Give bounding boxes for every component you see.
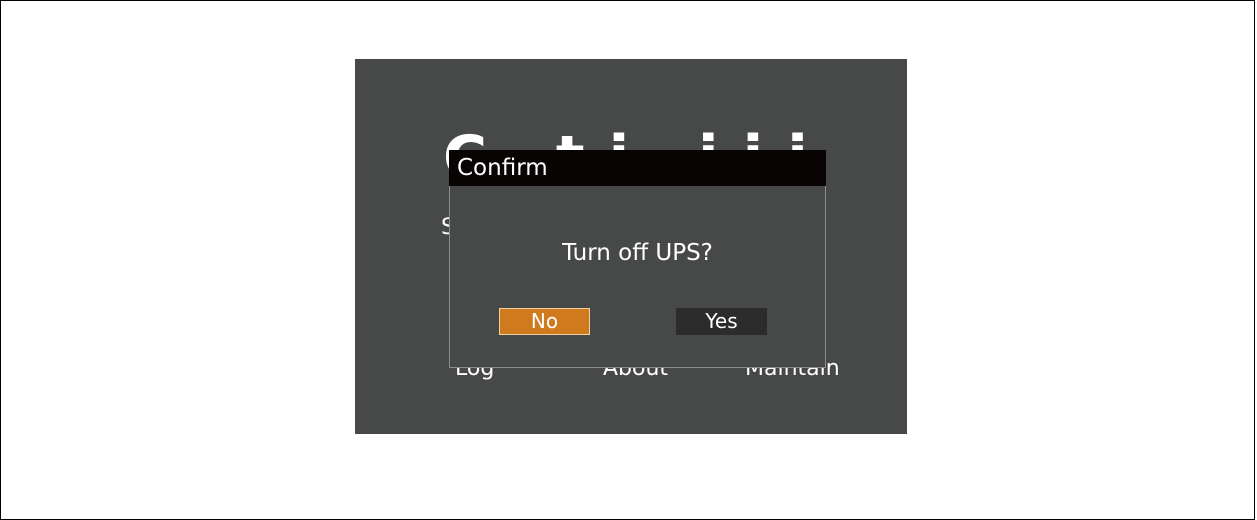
confirm-dialog: Confirm Turn off UPS? No Yes bbox=[449, 150, 826, 368]
dialog-title: Confirm bbox=[457, 155, 548, 181]
no-button[interactable]: No bbox=[499, 308, 590, 335]
dialog-message: Turn off UPS? bbox=[562, 240, 713, 266]
dialog-header: Confirm bbox=[449, 150, 826, 186]
yes-button[interactable]: Yes bbox=[676, 308, 767, 335]
